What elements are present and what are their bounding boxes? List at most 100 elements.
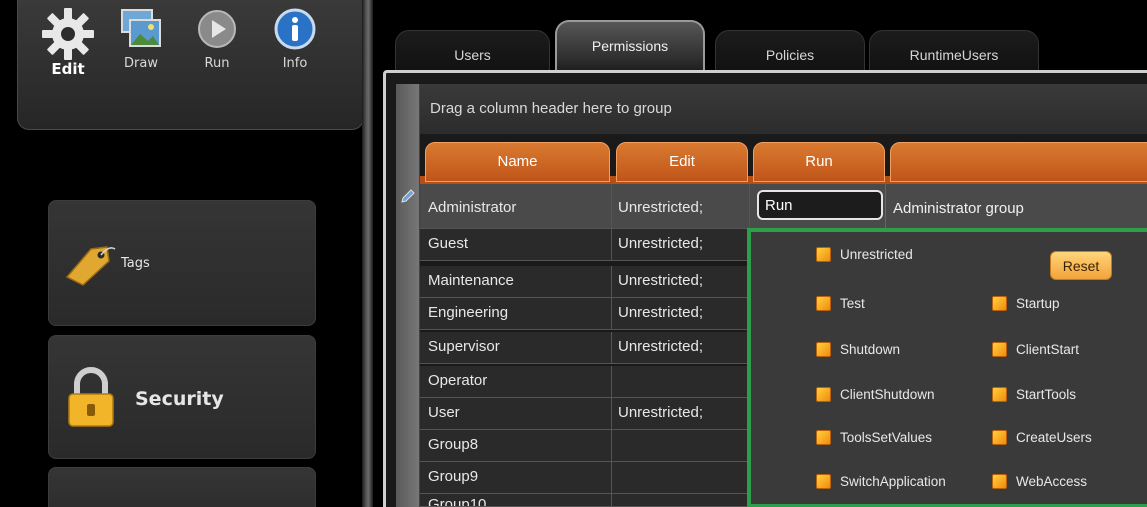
cell-edit <box>612 494 750 506</box>
option-clientshutdown[interactable]: ClientShutdown <box>816 387 935 402</box>
table-row[interactable]: Guest Unrestricted; <box>420 229 750 261</box>
draw-tool-button[interactable]: Draw <box>118 6 164 71</box>
option-switchapplication[interactable]: SwitchApplication <box>816 474 946 489</box>
cell-edit: Unrestricted; <box>612 229 750 260</box>
cell-name: Guest <box>420 229 612 260</box>
group-hint: Drag a column header here to group <box>430 100 672 117</box>
cell-edit: Unrestricted; <box>612 298 750 329</box>
column-header-label: Run <box>805 153 833 170</box>
play-icon <box>198 10 236 48</box>
table-row[interactable]: Supervisor Unrestricted; <box>420 332 750 364</box>
cell-name: Engineering <box>420 298 612 329</box>
column-header-description[interactable] <box>890 142 1147 182</box>
checkbox-icon[interactable] <box>992 430 1007 445</box>
cell-name: Group8 <box>420 430 612 461</box>
option-webaccess[interactable]: WebAccess <box>992 474 1087 489</box>
checkbox-icon[interactable] <box>816 474 831 489</box>
option-label: CreateUsers <box>1016 430 1092 445</box>
option-label: ClientStart <box>1016 342 1080 357</box>
cell-name: Group9 <box>420 462 612 493</box>
gear-icon <box>42 8 94 60</box>
option-label: SwitchApplication <box>840 474 946 489</box>
checkbox-icon[interactable] <box>816 430 831 445</box>
option-toolssetvalues[interactable]: ToolsSetValues <box>816 430 932 445</box>
pencil-icon <box>401 189 415 203</box>
option-createusers[interactable]: CreateUsers <box>992 430 1092 445</box>
option-label: Shutdown <box>840 342 901 357</box>
sidebar-item[interactable] <box>48 467 316 507</box>
splitter-handle[interactable] <box>362 0 373 507</box>
edit-tool-button[interactable]: Edit <box>40 6 96 80</box>
option-starttools[interactable]: StartTools <box>992 387 1076 402</box>
sidebar-item-label: Security <box>135 388 224 410</box>
picture-icon <box>121 9 161 47</box>
cell-name: User <box>420 398 612 429</box>
checkbox-icon[interactable] <box>992 342 1007 357</box>
cell-divider <box>885 184 886 229</box>
info-icon <box>274 8 316 50</box>
sidebar: Tags Security <box>0 130 370 507</box>
column-header-name[interactable]: Name <box>425 142 610 182</box>
checkbox-icon[interactable] <box>816 342 831 357</box>
option-label: WebAccess <box>1016 474 1088 489</box>
option-label: StartTools <box>1016 387 1077 402</box>
run-tool-button[interactable]: Run <box>194 6 240 71</box>
table-row[interactable]: Maintenance Unrestricted; <box>420 266 750 298</box>
column-header-label: Name <box>497 153 538 170</box>
column-header-edit[interactable]: Edit <box>616 142 748 182</box>
cell-name: Administrator <box>420 184 612 228</box>
table-row[interactable]: Group9 <box>420 462 750 494</box>
info-label: Info <box>282 56 308 71</box>
tab-label: Policies <box>765 47 815 63</box>
checkbox-icon[interactable] <box>816 296 831 311</box>
option-unrestricted[interactable]: Unrestricted <box>816 247 913 262</box>
option-startup[interactable]: Startup <box>992 296 1060 311</box>
table-row[interactable]: Administrator Unrestricted; <box>420 184 750 229</box>
cell-description: Administrator group <box>893 200 1024 217</box>
table-row[interactable]: User Unrestricted; <box>420 398 750 430</box>
checkbox-icon[interactable] <box>992 387 1007 402</box>
tag-icon <box>65 246 116 286</box>
tab-policies[interactable]: Policies <box>715 30 865 74</box>
tab-label: Permissions <box>591 38 669 54</box>
tab-permissions[interactable]: Permissions <box>555 20 705 74</box>
sidebar-item-label: Tags <box>121 256 150 271</box>
table-row[interactable]: Group10 <box>420 494 750 507</box>
tab-label: RuntimeUsers <box>909 47 999 63</box>
cell-edit <box>612 366 750 397</box>
run-label: Run <box>204 56 230 71</box>
option-shutdown[interactable]: Shutdown <box>816 342 900 357</box>
run-cell-editor[interactable] <box>757 190 883 220</box>
table-row[interactable]: Operator <box>420 366 750 398</box>
option-label: Unrestricted <box>840 247 913 262</box>
table-row[interactable]: Group8 <box>420 430 750 462</box>
sidebar-item-security[interactable]: Security <box>48 335 316 459</box>
cell-name: Supervisor <box>420 332 612 363</box>
checkbox-icon[interactable] <box>816 247 831 262</box>
checkbox-icon[interactable] <box>992 474 1007 489</box>
app-window: Edit Draw Run Info Tags Security Users P… <box>0 0 1147 507</box>
option-label: Test <box>840 296 865 311</box>
cell-edit <box>612 462 750 493</box>
cell-edit: Unrestricted; <box>612 266 750 297</box>
checkbox-icon[interactable] <box>992 296 1007 311</box>
table-row[interactable]: Engineering Unrestricted; <box>420 298 750 330</box>
option-test[interactable]: Test <box>816 296 865 311</box>
group-by-panel[interactable]: Drag a column header here to group <box>420 84 1147 134</box>
cell-edit: Unrestricted; <box>612 184 750 228</box>
checkbox-icon[interactable] <box>816 387 831 402</box>
reset-button[interactable]: Reset <box>1050 251 1112 280</box>
edit-label: Edit <box>51 60 85 78</box>
tab-users[interactable]: Users <box>395 30 550 74</box>
tab-label: Users <box>454 47 491 63</box>
cell-name: Operator <box>420 366 612 397</box>
option-label: Startup <box>1016 296 1060 311</box>
cell-edit: Unrestricted; <box>612 332 750 363</box>
tab-runtimeusers[interactable]: RuntimeUsers <box>869 30 1039 74</box>
cell-name: Maintenance <box>420 266 612 297</box>
sidebar-item-tags[interactable]: Tags <box>48 200 316 326</box>
info-tool-button[interactable]: Info <box>272 6 318 71</box>
column-header-run[interactable]: Run <box>753 142 885 182</box>
option-clientstart[interactable]: ClientStart <box>992 342 1079 357</box>
cell-name: Group10 <box>420 494 612 506</box>
